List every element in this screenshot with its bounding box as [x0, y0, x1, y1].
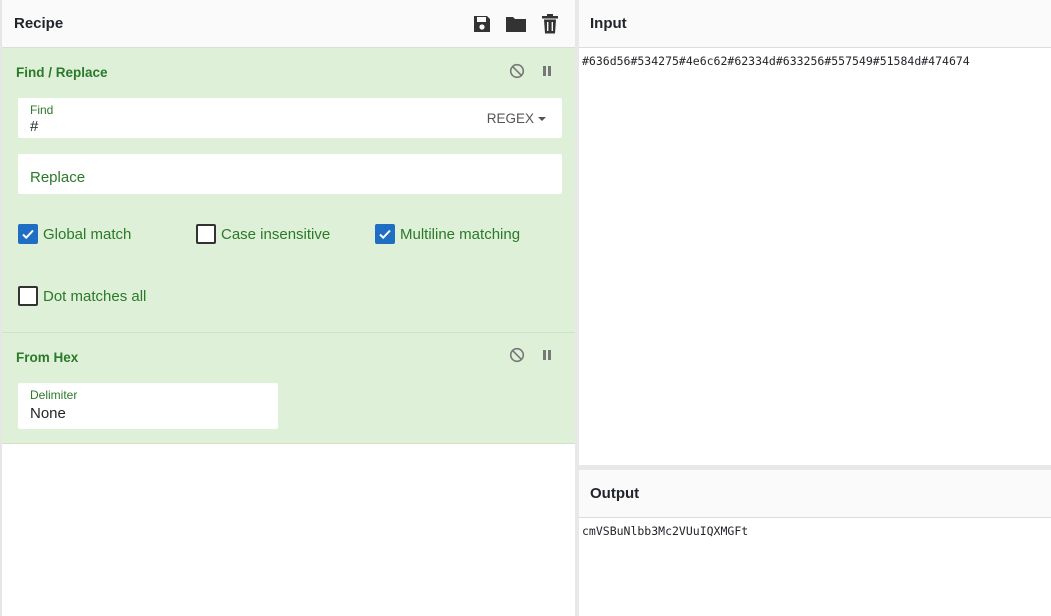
- checkbox-label: Dot matches all: [43, 287, 147, 305]
- recipe-title: Recipe: [14, 15, 64, 32]
- save-icon[interactable]: [471, 13, 493, 35]
- operation-controls: [509, 63, 555, 79]
- check-icon: [22, 229, 34, 240]
- checkbox-unchecked: [196, 224, 216, 244]
- operation-controls: [509, 347, 555, 363]
- operation-title: From Hex: [16, 350, 79, 365]
- input-header: Input: [579, 0, 1051, 48]
- folder-icon[interactable]: [505, 13, 527, 35]
- disable-icon[interactable]: [509, 347, 525, 363]
- checkbox-unchecked: [18, 286, 38, 306]
- recipe-header: Recipe: [2, 0, 575, 48]
- input-textarea[interactable]: #636d56#534275#4e6c62#62334d#633256#5575…: [579, 48, 1051, 68]
- checkbox-checked: [375, 224, 395, 244]
- replace-placeholder: Replace: [30, 169, 86, 186]
- trash-icon[interactable]: [539, 13, 561, 35]
- operation-from-hex: From Hex Delimiter None: [2, 333, 575, 444]
- operation-find-replace: Find / Replace Find # REGEX Replace Glob…: [2, 48, 575, 333]
- output-header: Output: [579, 470, 1051, 518]
- operation-title: Find / Replace: [16, 65, 108, 80]
- recipe-header-icons: [471, 13, 561, 35]
- global-match-checkbox[interactable]: Global match: [18, 224, 131, 244]
- caret-down-icon: [538, 116, 546, 121]
- pause-icon[interactable]: [539, 63, 555, 79]
- dot-matches-all-checkbox[interactable]: Dot matches all: [18, 286, 146, 306]
- delimiter-label: Delimiter: [30, 388, 78, 402]
- pause-icon[interactable]: [539, 347, 555, 363]
- multiline-matching-checkbox[interactable]: Multiline matching: [375, 224, 520, 244]
- checkbox-label: Global match: [43, 225, 132, 243]
- input-pane: Input #636d56#534275#4e6c62#62334d#63325…: [579, 0, 1051, 465]
- check-icon: [379, 229, 391, 240]
- input-title: Input: [590, 15, 627, 32]
- delimiter-value: None: [30, 405, 66, 422]
- disable-icon[interactable]: [509, 63, 525, 79]
- find-label: Find: [30, 103, 54, 117]
- find-field[interactable]: Find # REGEX: [18, 98, 562, 138]
- find-value: #: [30, 118, 39, 135]
- output-title: Output: [590, 485, 640, 502]
- recipe-pane: Recipe Find / Replace Find # REGEX Repla…: [0, 0, 575, 616]
- case-insensitive-checkbox[interactable]: Case insensitive: [196, 224, 330, 244]
- checkbox-label: Case insensitive: [221, 225, 331, 243]
- output-pane: Output cmVSBuNlbb3Mc2VUuIQXMGFt: [579, 470, 1051, 616]
- replace-field[interactable]: Replace: [18, 154, 562, 194]
- delimiter-field[interactable]: Delimiter None: [18, 383, 278, 429]
- find-mode-dropdown[interactable]: REGEX: [487, 111, 546, 126]
- find-mode-label: REGEX: [486, 111, 534, 126]
- checkbox-checked: [18, 224, 38, 244]
- output-textarea[interactable]: cmVSBuNlbb3Mc2VUuIQXMGFt: [579, 518, 1051, 538]
- checkbox-label: Multiline matching: [400, 225, 521, 243]
